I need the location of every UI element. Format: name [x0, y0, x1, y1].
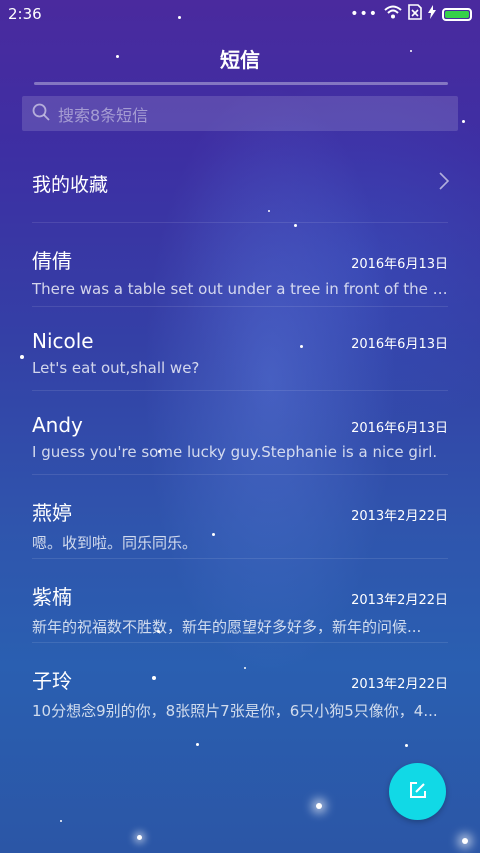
- compose-icon: [408, 780, 428, 804]
- status-bar: 2:36 •••: [0, 0, 480, 28]
- message-sender: Andy: [32, 413, 83, 437]
- favorites-row[interactable]: 我的收藏: [0, 158, 480, 208]
- message-item[interactable]: 倩倩 2016年6月13日 There was a table set out …: [0, 245, 480, 315]
- message-preview: 嗯。收到啦。同乐同乐。: [32, 534, 198, 552]
- more-dots-icon: •••: [350, 6, 378, 22]
- search-placeholder: 搜索8条短信: [58, 105, 149, 125]
- message-date: 2013年2月22日: [351, 677, 448, 692]
- page-title: 短信: [220, 48, 260, 72]
- charging-bolt-icon: [428, 5, 436, 23]
- search-input[interactable]: 搜索8条短信: [22, 96, 458, 131]
- wifi-icon: [384, 5, 402, 23]
- divider: [32, 306, 448, 307]
- divider: [32, 390, 448, 391]
- message-preview: I guess you're some lucky guy.Stephanie …: [32, 443, 438, 461]
- battery-icon: [442, 7, 472, 21]
- message-date: 2013年2月22日: [351, 593, 448, 608]
- message-sender: 燕婷: [32, 501, 72, 525]
- message-item[interactable]: 燕婷 2013年2月22日 嗯。收到啦。同乐同乐。: [0, 497, 480, 567]
- favorites-label: 我的收藏: [32, 173, 109, 196]
- status-icons: •••: [350, 4, 472, 24]
- message-preview: 新年的祝福数不胜数，新年的愿望好多好多，新年的问候...: [32, 618, 422, 636]
- message-preview: Let's eat out,shall we?: [32, 359, 200, 377]
- divider: [32, 642, 448, 643]
- message-preview: There was a table set out under a tree i…: [32, 280, 448, 298]
- message-sender: Nicole: [32, 329, 94, 353]
- message-date: 2016年6月13日: [351, 421, 448, 436]
- message-date: 2016年6月13日: [351, 337, 448, 352]
- divider: [32, 222, 448, 223]
- chevron-right-icon: [438, 171, 450, 196]
- divider: [32, 474, 448, 475]
- message-date: 2013年2月22日: [351, 509, 448, 524]
- message-preview: 10分想念9别的你，8张照片7张是你，6只小狗5只像你，4...: [32, 702, 438, 720]
- message-sender: 倩倩: [32, 249, 72, 273]
- message-sender: 子玲: [32, 669, 72, 693]
- status-time: 2:36: [8, 5, 42, 23]
- message-item[interactable]: Andy 2016年6月13日 I guess you're some luck…: [0, 413, 480, 483]
- message-item[interactable]: 子玲 2013年2月22日 10分想念9别的你，8张照片7张是你，6只小狗5只像…: [0, 665, 480, 735]
- sim-off-icon: [408, 4, 422, 24]
- title-underline: [34, 82, 448, 85]
- message-item[interactable]: Nicole 2016年6月13日 Let's eat out,shall we…: [0, 329, 480, 399]
- message-date: 2016年6月13日: [351, 257, 448, 272]
- compose-button[interactable]: [389, 763, 446, 820]
- search-icon: [32, 103, 50, 125]
- message-item[interactable]: 紫楠 2013年2月22日 新年的祝福数不胜数，新年的愿望好多好多，新年的问候.…: [0, 581, 480, 651]
- divider: [32, 558, 448, 559]
- message-sender: 紫楠: [32, 585, 72, 609]
